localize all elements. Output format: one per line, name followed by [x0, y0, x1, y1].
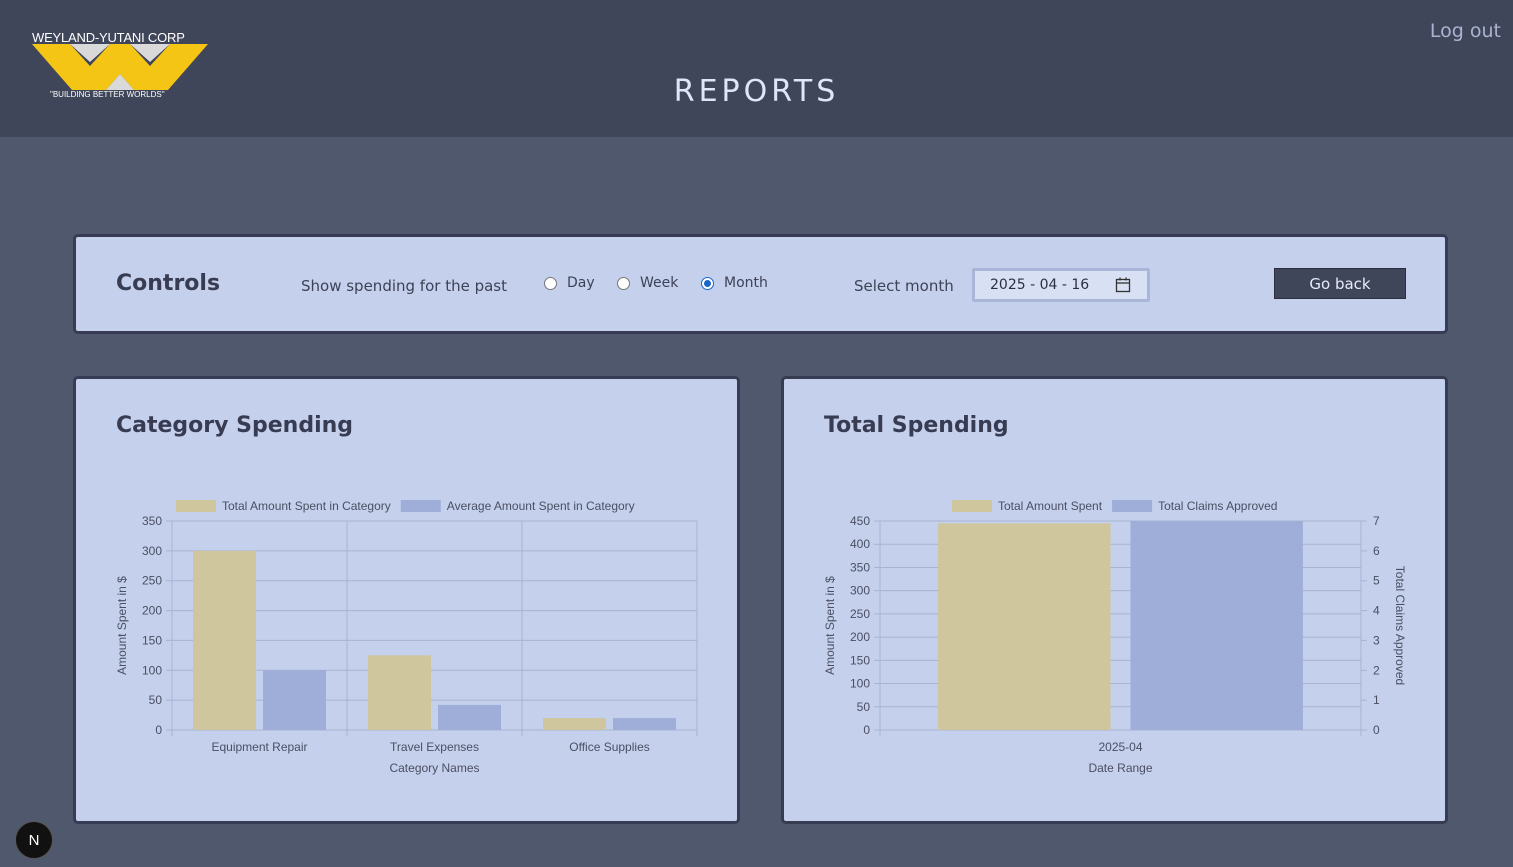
y-tick-label: 100 [142, 663, 162, 677]
y-tick-label: 100 [850, 677, 870, 691]
y2-tick-label: 6 [1373, 544, 1380, 558]
y-axis-label: Amount Spent in $ [823, 576, 837, 675]
y-tick-label: 50 [857, 700, 871, 714]
bar [263, 670, 326, 730]
y2-tick-label: 3 [1373, 633, 1380, 647]
bar [938, 523, 1111, 730]
app-header: WEYLAND-YUTANI CORP "BUILDING BETTER WOR… [0, 0, 1513, 137]
legend-swatch [1112, 500, 1153, 512]
y2-tick-label: 1 [1373, 693, 1380, 707]
y-tick-label: 50 [149, 693, 163, 707]
bar [438, 704, 501, 730]
x-axis-label: Category Names [389, 761, 479, 775]
radio-week-label: Week [640, 275, 679, 291]
logo-wordmark: WEYLAND-YUTANI CORP [32, 30, 185, 45]
radio-day[interactable]: Day [544, 275, 595, 291]
y-tick-label: 350 [142, 514, 162, 528]
legend-label: Total Amount Spent [998, 499, 1103, 513]
radio-day-button[interactable] [544, 276, 557, 290]
legend-swatch [400, 500, 441, 512]
y2-tick-label: 5 [1373, 574, 1380, 588]
x-axis-label: Date Range [1088, 761, 1152, 775]
radio-month-label: Month [724, 275, 768, 291]
y-axis-label: Amount Spent in $ [115, 576, 129, 675]
date-value: 2025 - 04 - 16 [990, 277, 1090, 293]
legend-swatch [952, 500, 992, 512]
y2-tick-label: 4 [1373, 604, 1380, 618]
total-spending-chart: Total Amount Spent Total Claims Approved 0… [823, 499, 1407, 775]
y-tick-label: 150 [850, 653, 870, 667]
radio-month-button[interactable] [701, 276, 714, 290]
bar [613, 718, 676, 730]
x-tick-label: 2025-04 [1098, 740, 1142, 754]
x-tick-label: Travel Expenses [390, 740, 479, 754]
y2-tick-label: 2 [1373, 663, 1380, 677]
legend-label: Total Claims Approved [1158, 499, 1277, 513]
y-tick-label: 150 [142, 633, 162, 647]
y2-tick-label: 0 [1373, 723, 1380, 737]
select-month-label: Select month [854, 277, 954, 295]
legend-label: Average Amount Spent in Category [447, 499, 635, 513]
page-title: REPORTS [673, 74, 840, 109]
y-tick-label: 400 [850, 537, 870, 551]
radio-month[interactable]: Month [701, 275, 768, 291]
radio-week[interactable]: Week [617, 275, 678, 291]
calendar-icon[interactable] [1115, 277, 1131, 293]
y-tick-label: 250 [850, 607, 870, 621]
controls-title: Controls [116, 271, 221, 296]
legend-label: Total Amount Spent in Category [222, 499, 391, 513]
y-tick-label: 0 [863, 723, 870, 737]
y-tick-label: 200 [142, 604, 162, 618]
logout-link[interactable]: Log out [1430, 20, 1501, 42]
total-spending-panel: Total Spending Total Amount Spent Total C… [781, 376, 1448, 824]
controls-panel: Controls Show spending for the past Day … [73, 234, 1448, 334]
y-tick-label: 300 [142, 544, 162, 558]
y-tick-label: 0 [155, 723, 162, 737]
y-tick-label: 300 [850, 584, 870, 598]
bar [543, 718, 606, 730]
bar [193, 550, 256, 730]
y-tick-label: 450 [850, 514, 870, 528]
bar [1130, 521, 1303, 730]
y-tick-label: 350 [850, 560, 870, 574]
legend-swatch [176, 500, 216, 512]
period-label: Show spending for the past [301, 277, 507, 295]
x-tick-label: Office Supplies [569, 740, 650, 754]
nextjs-dev-badge[interactable]: N [15, 821, 53, 859]
category-spending-chart: Total Amount Spent in Category Average Am… [115, 499, 698, 775]
radio-week-button[interactable] [617, 276, 630, 290]
y2-tick-label: 7 [1373, 514, 1380, 528]
x-tick-label: Equipment Repair [211, 740, 307, 754]
y-tick-label: 250 [142, 574, 162, 588]
y-tick-label: 200 [850, 630, 870, 644]
bar [368, 655, 431, 730]
radio-day-label: Day [567, 275, 595, 291]
y2-axis-label: Total Claims Approved [1393, 566, 1407, 685]
go-back-button[interactable]: Go back [1274, 268, 1406, 299]
category-spending-panel: Category Spending Total Amount Spent in … [73, 376, 740, 824]
month-date-input[interactable]: 2025 - 04 - 16 [972, 268, 1150, 302]
